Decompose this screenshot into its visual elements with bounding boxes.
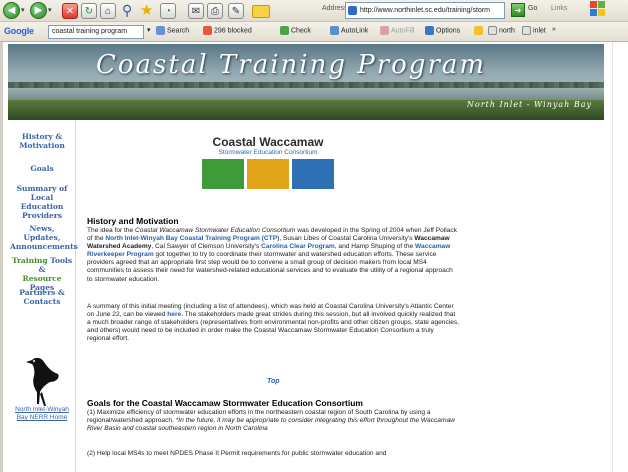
popup-blocked-button[interactable]: 296 blocked xyxy=(203,26,252,35)
sidebar-item-training[interactable]: Training Tools & Resource Pages xyxy=(10,256,74,292)
google-logo: Google xyxy=(4,26,34,36)
edit-icon[interactable]: ✎ xyxy=(228,3,244,19)
site-banner: Coastal Training Program North Inlet - W… xyxy=(8,44,604,120)
consortium-logo: Coastal Waccamaw Stormwater Education Co… xyxy=(198,135,338,190)
sidebar-item-history[interactable]: History & Motivation xyxy=(10,132,74,150)
google-query: coastal training program xyxy=(52,28,128,35)
sidebar-item-summary[interactable]: Summary of Local Education Providers xyxy=(10,184,74,220)
spell-check-button[interactable]: Check xyxy=(280,26,311,35)
goals-heading: Goals for the Coastal Waccamaw Stormwate… xyxy=(87,398,363,408)
browser-toolbar: ◀ ▾ ▶ ▾ ✕ ↻ ⌂ ⚲ ★ ◔ ✉ ⎙ ✎ Address http:/… xyxy=(0,0,628,22)
windows-logo-icon xyxy=(590,1,606,17)
logo-title: Coastal Waccamaw xyxy=(212,135,324,149)
goals-paragraph-2: (2) Help local MS4s to meet NPDES Phase … xyxy=(87,450,387,457)
mail-icon[interactable]: ✉ xyxy=(188,3,204,19)
go-arrow-icon[interactable]: ➔ xyxy=(511,3,525,17)
sidebar-item-news[interactable]: News, Updates, Announcements xyxy=(10,224,78,251)
address-input[interactable]: http://www.northinlet.sc.edu/training/st… xyxy=(345,2,505,19)
options-button[interactable]: Options xyxy=(425,26,460,35)
highlight-icon[interactable] xyxy=(474,26,485,35)
favorites-star-icon[interactable]: ★ xyxy=(140,1,153,19)
history-paragraph-2: A summary of this initial meeting (inclu… xyxy=(87,303,460,343)
sidebar-item-partners[interactable]: Partners & Contacts xyxy=(10,288,74,306)
back-dropdown-icon[interactable]: ▾ xyxy=(21,6,25,14)
logo-subtitle: Stormwater Education Consortium xyxy=(218,149,318,156)
go-button[interactable]: Go xyxy=(528,5,537,12)
history-paragraph-1: The idea for the Coastal Waccamaw Stormw… xyxy=(87,227,457,283)
print-icon[interactable]: ⎙ xyxy=(207,3,223,19)
forward-button[interactable]: ▶ xyxy=(30,2,47,19)
forward-dropdown-icon[interactable]: ▾ xyxy=(48,6,52,14)
top-link[interactable]: Top xyxy=(267,378,280,385)
address-label: Address xyxy=(322,5,348,12)
folder-icon[interactable] xyxy=(252,5,270,18)
nerr-home-link[interactable]: North Inlet-Winyah Bay NERR Home xyxy=(10,406,74,422)
north-button[interactable]: north xyxy=(488,26,515,35)
meeting-summary-link[interactable]: here xyxy=(167,311,181,318)
links-button[interactable]: Links xyxy=(551,5,567,12)
history-icon[interactable]: ◔ xyxy=(160,3,176,19)
google-dropdown-icon[interactable]: ▾ xyxy=(147,26,151,34)
vertical-scrollbar[interactable] xyxy=(612,42,628,472)
banner-title: Coastal Training Program xyxy=(96,50,487,80)
google-search-button[interactable]: Search xyxy=(156,26,189,35)
back-button[interactable]: ◀ xyxy=(3,2,20,19)
ctp-link[interactable]: North Inlet-Winyah Bay Coastal Training … xyxy=(105,235,279,242)
banner-subtitle: North Inlet - Winyah Bay xyxy=(466,100,592,109)
refresh-icon[interactable]: ↻ xyxy=(81,3,97,19)
main-content: Coastal Waccamaw Stormwater Education Co… xyxy=(84,120,610,472)
logo-color-bars xyxy=(202,159,334,189)
search-icon[interactable]: ⚲ xyxy=(122,2,132,19)
home-icon[interactable]: ⌂ xyxy=(100,3,116,19)
toolbar-overflow-icon[interactable]: » xyxy=(552,26,556,33)
google-search-input[interactable]: coastal training program xyxy=(48,25,144,39)
inlet-button[interactable]: inlet xyxy=(522,26,546,35)
window-frame xyxy=(0,42,3,472)
stop-icon[interactable]: ✕ xyxy=(62,3,78,19)
goals-paragraph-1: (1) Maximize efficiency of stormwater ed… xyxy=(87,409,455,433)
history-heading: History and Motivation xyxy=(87,216,179,226)
sidebar-nav: History & Motivation Goals Summary of Loca… xyxy=(8,120,78,472)
heron-icon xyxy=(26,357,59,406)
page-favicon-icon xyxy=(348,6,357,15)
address-url: http://www.northinlet.sc.edu/training/st… xyxy=(360,7,490,14)
carolina-clear-link[interactable]: Carolina Clear Program xyxy=(261,243,335,250)
autolink-button[interactable]: AutoLink xyxy=(330,26,368,35)
autofill-button[interactable]: AutoFill xyxy=(380,26,414,35)
sidebar-item-goals[interactable]: Goals xyxy=(10,164,74,173)
